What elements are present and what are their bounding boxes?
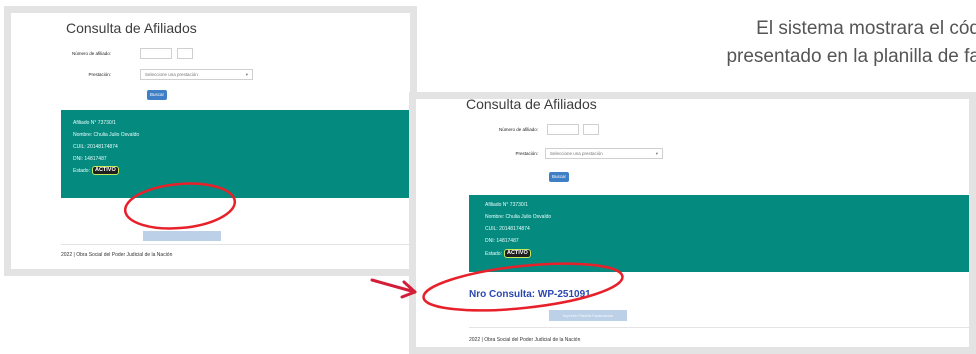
chevron-down-icon: ▾ — [245, 72, 248, 77]
affiliate-result-panel: Afiliado N° 73730/1 Nombre: Chulia Julio… — [61, 110, 410, 198]
service-select-value: Seleccione una prestación — [550, 151, 603, 156]
affiliate-suffix-input[interactable] — [583, 124, 599, 135]
status-badge: ACTIVO — [503, 249, 531, 258]
affiliate-number: Afiliado N° 73730/1 — [485, 202, 528, 208]
faded-button — [143, 231, 221, 241]
chevron-down-icon: ▾ — [655, 151, 658, 156]
search-button[interactable]: Buscar — [549, 172, 569, 182]
affiliate-suffix-input[interactable] — [177, 48, 193, 59]
caption-line-1: El sistema mostrara el cód — [756, 18, 976, 39]
affiliate-cuil: CUIL: 20148174874 — [73, 144, 118, 150]
screenshot-before: Consulta de Afiliados Número de afiliado… — [4, 6, 417, 276]
service-select-value: Seleccione una prestación — [145, 72, 198, 77]
status-label: Estado: — [485, 250, 502, 257]
status-badge: ACTIVO — [91, 166, 119, 175]
screenshot-after: Consulta de Afiliados Número de afiliado… — [409, 92, 976, 354]
affiliate-name: Nombre: Chulia Julio Osvaldo — [485, 214, 552, 220]
print-billing-sheet-label: Imprimir Planilla Facturación — [562, 313, 614, 318]
search-button[interactable]: Buscar — [147, 90, 167, 100]
affiliate-number-input[interactable] — [547, 124, 579, 135]
footer-text: 2022 | Obra Social del Poder Judicial de… — [469, 337, 581, 343]
service-select[interactable]: Seleccione una prestación ▾ — [545, 148, 663, 159]
consultation-number: Nro Consulta: WP-251091 — [469, 289, 591, 300]
affiliate-dni: DNI: 14817487 — [73, 156, 107, 162]
status-label: Estado: — [73, 167, 90, 174]
affiliate-dni: DNI: 14817487 — [485, 238, 519, 244]
affiliate-number: Afiliado N° 73730/1 — [73, 120, 116, 126]
affiliate-number-input[interactable] — [140, 48, 172, 59]
divider — [469, 327, 969, 328]
service-label: Prestación: — [515, 151, 538, 156]
affiliate-name: Nombre: Chulia Julio Osvaldo — [73, 132, 140, 138]
affiliate-cuil: CUIL: 20148174874 — [485, 226, 530, 232]
affiliate-status: Estado: ACTIVO — [485, 249, 531, 258]
service-label: Prestación: — [88, 72, 111, 77]
service-select[interactable]: Seleccione una prestación ▾ — [140, 69, 253, 80]
affiliate-number-label: Número de afiliado: — [498, 127, 538, 132]
affiliate-result-panel: Afiliado N° 73730/1 Nombre: Chulia Julio… — [469, 195, 969, 272]
page-title: Consulta de Afiliados — [466, 96, 597, 112]
divider — [61, 244, 410, 245]
caption-line-2: presentado en la planilla de fa — [726, 46, 976, 67]
affiliate-status: Estado: ACTIVO — [73, 166, 119, 175]
footer-text: 2022 | Obra Social del Poder Judicial de… — [61, 252, 173, 258]
affiliate-number-label: Número de afiliado: — [71, 51, 111, 56]
page-title: Consulta de Afiliados — [66, 20, 197, 36]
